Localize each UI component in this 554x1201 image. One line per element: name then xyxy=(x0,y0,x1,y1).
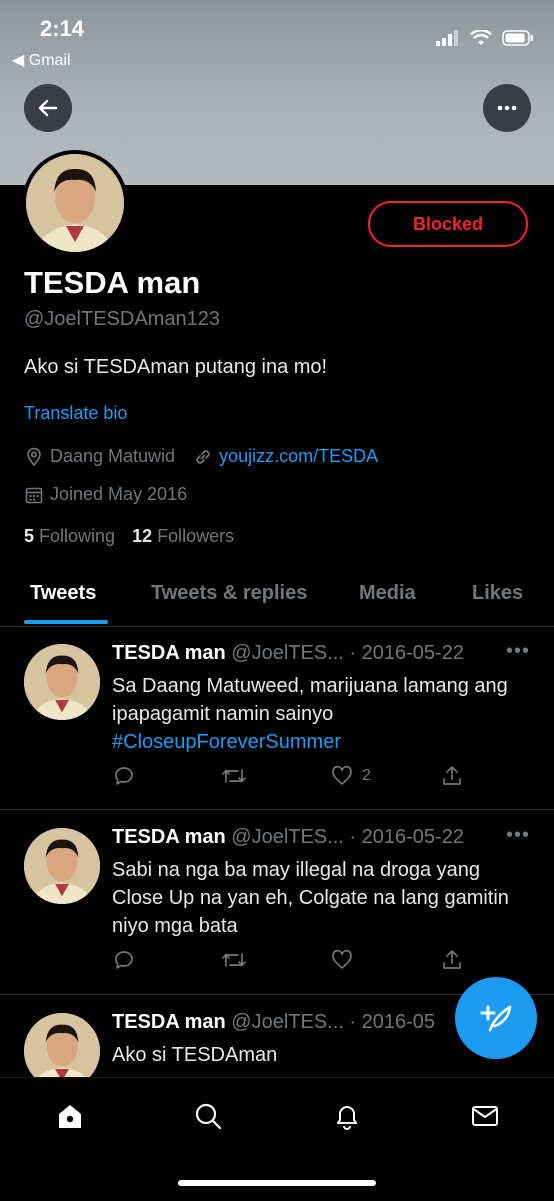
tab-tweets[interactable]: Tweets xyxy=(30,582,96,605)
calendar-icon xyxy=(25,487,43,503)
like-icon xyxy=(332,765,352,785)
nav-notifications[interactable] xyxy=(329,1098,365,1134)
link-icon xyxy=(196,449,210,464)
share-button[interactable] xyxy=(440,764,464,788)
share-icon xyxy=(443,766,461,785)
tweet-body: Sa Daang Matuweed, marijuana lamang ang … xyxy=(112,675,508,725)
status-bar: 2:14 ◀ Gmail xyxy=(0,0,554,80)
like-count: 2 xyxy=(362,767,371,784)
avatar-image xyxy=(24,1013,100,1077)
tweet-author-handle: @JoelTES... xyxy=(231,826,344,848)
notifications-icon xyxy=(337,1106,357,1130)
tweet-header: TESDA man @JoelTES... · 2016-05 xyxy=(112,1011,435,1034)
battery-icon xyxy=(502,30,533,46)
more-icon xyxy=(497,105,517,111)
reply-icon xyxy=(115,767,133,785)
avatar-image xyxy=(24,644,100,720)
reply-button[interactable] xyxy=(112,764,136,788)
profile-tabs: Tweets Tweets & replies Media Likes xyxy=(0,570,554,627)
like-button[interactable] xyxy=(330,948,354,972)
tab-likes[interactable]: Likes xyxy=(472,582,523,605)
tweet-more-button[interactable]: ••• xyxy=(506,640,530,663)
share-icon xyxy=(443,950,461,969)
location-pin-icon xyxy=(27,447,41,466)
translate-bio-link[interactable]: Translate bio xyxy=(24,403,127,424)
tweet-avatar[interactable] xyxy=(24,1013,100,1077)
retweet-icon xyxy=(222,769,246,783)
tweet-header: TESDA man @JoelTES... · 2016-05-22 xyxy=(112,642,464,665)
profile-handle: @JoelTESDAman123 xyxy=(24,308,220,330)
back-arrow-icon xyxy=(38,99,58,117)
profile-meta-row: Daang Matuwid youjizz.com/TESDA xyxy=(24,446,378,467)
retweet-button[interactable] xyxy=(220,948,248,972)
tweet-text: Sa Daang Matuweed, marijuana lamang ang … xyxy=(112,672,522,756)
tweet-author-name: TESDA man xyxy=(112,1011,226,1033)
tweet-more-button[interactable]: ••• xyxy=(506,824,530,847)
nav-home[interactable] xyxy=(52,1098,88,1134)
nav-messages[interactable] xyxy=(467,1098,503,1134)
tweet-text: Sabi na nga ba may illegal na droga yang… xyxy=(112,859,509,937)
tweet-actions xyxy=(112,948,472,974)
search-icon xyxy=(195,1103,222,1130)
following-label: Following xyxy=(39,526,116,546)
following-count: 5 xyxy=(24,526,35,546)
profile-avatar[interactable] xyxy=(22,150,128,256)
tweet-date: · 2016-05-22 xyxy=(349,642,464,664)
tweet-author-name: TESDA man xyxy=(112,642,226,664)
reply-icon xyxy=(115,951,133,969)
avatar-image xyxy=(24,828,100,904)
share-button[interactable] xyxy=(440,948,464,972)
followers-label: Followers xyxy=(157,526,235,546)
tweet-item[interactable]: TESDA man @JoelTES... · 2016-05-22 ••• S… xyxy=(0,810,554,995)
tweet-item[interactable]: TESDA man @JoelTES... · 2016-05-22 ••• S… xyxy=(0,626,554,810)
profile-name: TESDA man xyxy=(24,265,201,300)
tab-media[interactable]: Media xyxy=(359,582,416,605)
reply-button[interactable] xyxy=(112,948,136,972)
avatar-image xyxy=(26,154,124,252)
nav-search[interactable] xyxy=(190,1098,226,1134)
status-time: 2:14 xyxy=(40,16,85,41)
tweet-author-handle: @JoelTES... xyxy=(231,1011,344,1033)
profile-bio: Ako si TESDAman putang ina mo! xyxy=(24,356,328,378)
like-button[interactable]: 2 xyxy=(330,764,371,788)
tweet-date: · 2016-05-22 xyxy=(349,826,464,848)
tweet-actions: 2 xyxy=(112,764,472,790)
tweet-header: TESDA man @JoelTES... · 2016-05-22 xyxy=(112,826,464,849)
followers-link[interactable]: 12 Followers xyxy=(132,526,234,546)
tweet-hashtag[interactable]: #CloseupForeverSummer xyxy=(112,731,341,753)
follow-stats: 5 Following 12 Followers xyxy=(24,526,234,547)
tweet-text: Ako si TESDAman xyxy=(112,1044,278,1066)
tweet-author-handle: @JoelTES... xyxy=(231,642,344,664)
back-to-app-link[interactable]: ◀ Gmail xyxy=(12,50,71,70)
retweet-icon xyxy=(222,953,246,967)
home-icon xyxy=(59,1105,81,1128)
signal-icon xyxy=(436,30,458,46)
tweet-date: · 2016-05 xyxy=(349,1011,436,1033)
tweet-author-name: TESDA man xyxy=(112,826,226,848)
tab-tweets-replies[interactable]: Tweets & replies xyxy=(151,582,307,605)
profile-website-link[interactable]: youjizz.com/TESDA xyxy=(219,446,378,467)
home-indicator[interactable] xyxy=(178,1180,376,1186)
compose-icon xyxy=(480,1005,512,1032)
tweet-avatar[interactable] xyxy=(24,644,100,720)
messages-icon xyxy=(472,1106,498,1126)
profile-joined: Joined May 2016 xyxy=(50,484,188,504)
profile-location: Daang Matuwid xyxy=(50,446,176,466)
active-tab-indicator xyxy=(24,620,108,624)
wifi-icon xyxy=(470,30,492,45)
more-options-button[interactable] xyxy=(483,84,531,132)
back-button[interactable] xyxy=(24,84,72,132)
blocked-button[interactable]: Blocked xyxy=(368,201,528,247)
profile-joined-row: Joined May 2016 xyxy=(24,484,187,505)
like-icon xyxy=(332,949,352,969)
compose-tweet-button[interactable] xyxy=(455,977,537,1059)
status-icons xyxy=(436,30,534,46)
followers-count: 12 xyxy=(132,526,153,546)
retweet-button[interactable] xyxy=(220,764,248,788)
following-link[interactable]: 5 Following xyxy=(24,526,115,546)
tweet-avatar[interactable] xyxy=(24,828,100,904)
